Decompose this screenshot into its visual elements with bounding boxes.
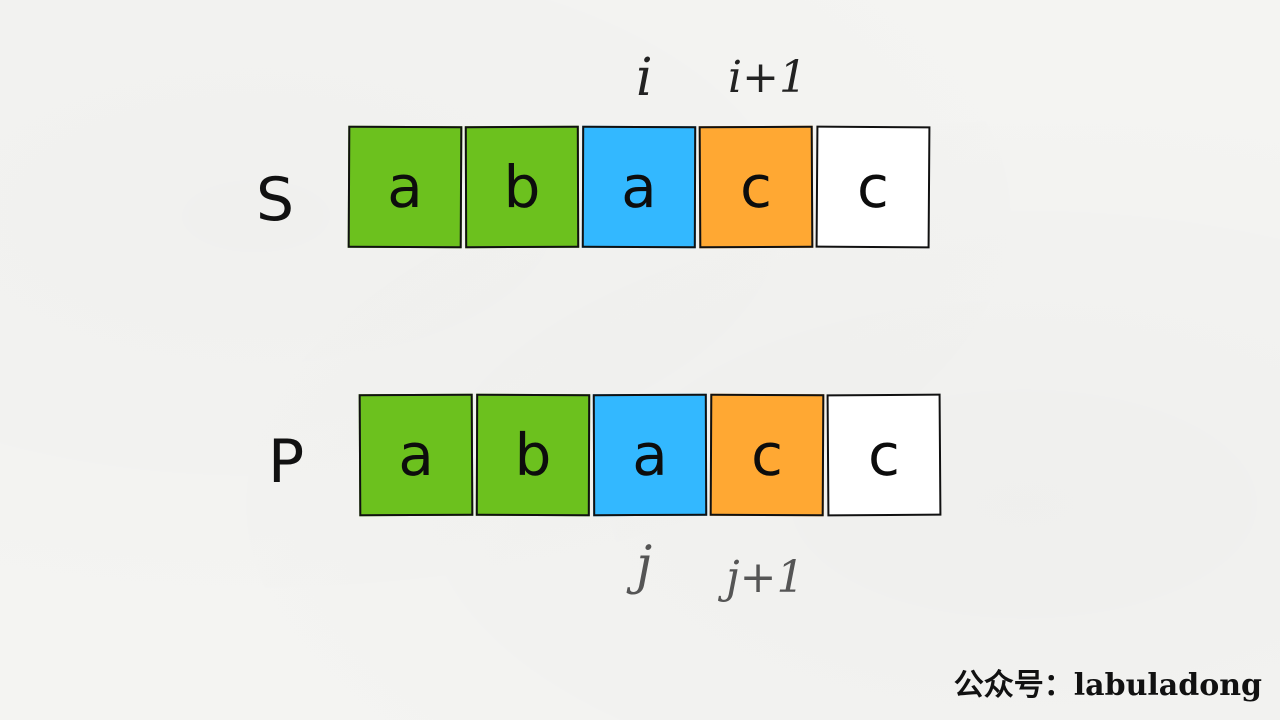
watermark-label: 公众号：labuladong [953,668,1262,703]
s-cell-0: a [347,125,463,249]
pointer-i: i [636,48,653,108]
p-cell-1: b [475,393,591,517]
string-p-cells: a b a c c [358,393,942,517]
row-label-p: P [268,427,305,497]
pointer-j: j [636,536,653,596]
p-cell-3: c [709,393,825,517]
pointer-i-plus-1: i+1 [728,52,807,103]
paper-background [0,0,1280,720]
pointer-j-plus-1: j+1 [726,552,805,603]
row-label-s: S [256,165,295,235]
p-cell-2: a [592,393,708,517]
s-cell-2: a [581,125,697,249]
p-cell-4: c [826,393,942,517]
s-cell-4: c [815,125,931,249]
string-s-cells: a b a c c [347,125,931,249]
p-cell-0: a [358,393,474,517]
s-cell-1: b [464,125,580,249]
s-cell-3: c [698,125,814,249]
